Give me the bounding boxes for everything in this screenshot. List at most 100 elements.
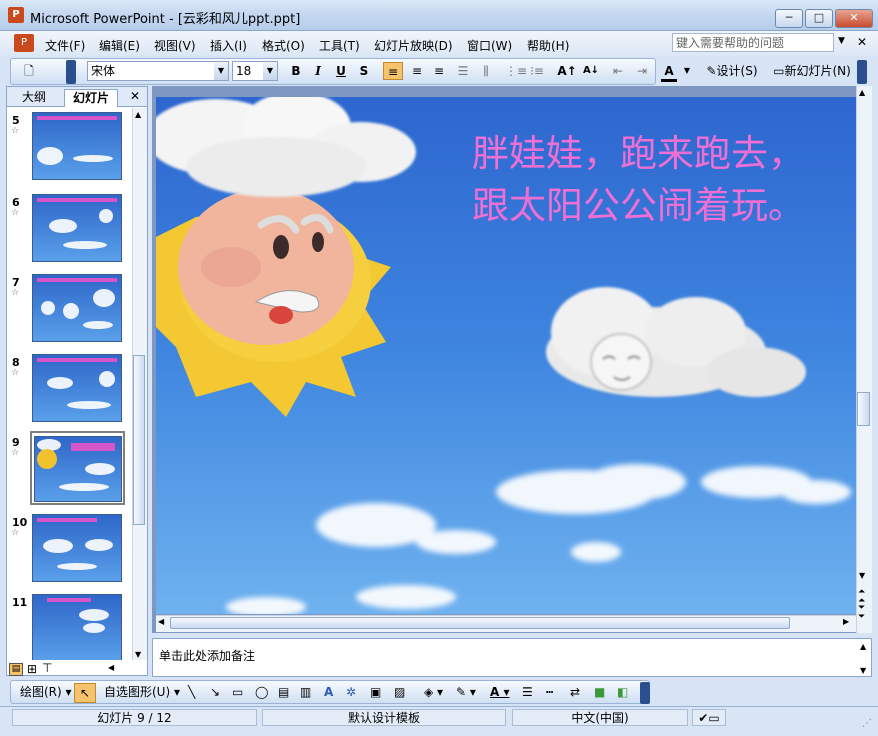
tab-slides[interactable]: 幻灯片 [64,89,119,107]
font-name-combo[interactable]: 宋体 ▼ [87,61,229,81]
line-icon[interactable]: ╲ [188,683,195,701]
menu-insert[interactable]: 插入(I) [210,37,247,54]
menu-edit[interactable]: 编辑(E) [99,37,140,54]
minimize-button[interactable]: ─ [775,9,803,28]
slide-thumbnail-6[interactable]: 6 ☆ [8,194,133,274]
menu-window[interactable]: 窗口(W) [467,37,512,54]
bullets-icon[interactable]: ⁝≡ [528,62,546,80]
help-dropdown-icon[interactable]: ▼ [838,36,845,46]
scroll-up-icon[interactable]: ▲ [859,88,865,97]
autoshapes-button[interactable]: 自选图形(U) ▾ [104,683,180,701]
drawbar-options-icon[interactable] [640,682,650,704]
maximize-button[interactable]: □ [805,9,833,28]
italic-button[interactable]: I [311,62,325,80]
line-style-icon[interactable]: ☰ [522,683,533,701]
font-size-combo[interactable]: 18 ▼ [232,61,278,81]
design-button[interactable]: ✎设计(S) [702,62,762,80]
justify-icon[interactable]: ☰ [454,62,472,80]
powerpoint-app-icon[interactable]: P [8,7,24,23]
slides-pane-scroll-thumb[interactable] [133,355,145,525]
resize-grip-icon[interactable]: ⋰ [862,718,872,729]
next-slide-icon[interactable]: ⏷ ⏷ [858,604,865,622]
notes-pane[interactable] [152,638,872,677]
status-design-template[interactable]: 默认设计模板 [262,709,506,726]
new-slide-button[interactable]: ▭新幻灯片(N) [768,62,856,80]
arrow-icon[interactable]: ↘ [210,683,220,701]
notes-placeholder[interactable]: 单击此处添加备注 [159,647,255,664]
draw-menu-button[interactable]: 绘图(R) ▾ [20,683,72,701]
notes-scroll-down-icon[interactable]: ▼ [860,666,866,675]
slide-thumbnail-8[interactable]: 8 ☆ [8,354,133,434]
slide-vertical-scrollbar[interactable] [856,86,872,633]
close-document-icon[interactable]: ✕ [857,35,867,49]
3d-style-icon[interactable]: ◧ [617,683,628,701]
slide-horizontal-scroll-thumb[interactable] [170,617,790,629]
dash-style-icon[interactable]: ┅ [546,683,553,701]
transition-star-icon: ☆ [11,126,20,136]
toolbar-options-icon[interactable] [66,60,76,84]
help-search-input[interactable]: 键入需要帮助的问题 [672,33,834,52]
scroll-down-icon[interactable]: ▼ [859,571,865,580]
underline-button[interactable]: U [334,62,348,80]
slide-thumbnail-11[interactable]: 11 [8,594,133,660]
decrease-indent-icon[interactable]: ⇤ [610,62,626,80]
wordart-icon[interactable]: A [324,683,333,701]
bold-button[interactable]: B [289,62,303,80]
slide-vertical-scroll-thumb[interactable] [857,392,870,426]
document-icon[interactable]: P [14,34,34,52]
font-color-dropdown-icon[interactable]: ▼ [682,62,692,80]
align-right-icon[interactable]: ≡ [430,62,448,80]
scroll-up-icon[interactable]: ▲ [135,110,141,119]
menu-file[interactable]: 文件(F) [45,37,85,54]
menu-tools[interactable]: 工具(T) [319,37,360,54]
new-document-icon[interactable]: 🗋 [20,62,38,80]
slide-thumbnail-10[interactable]: 10 ☆ [8,514,133,594]
tab-outline[interactable]: 大纲 [14,89,54,106]
spelling-check-icon[interactable]: ✔▭ [692,709,726,726]
line-color-icon[interactable]: ✎ ▾ [456,683,476,701]
shadow-button[interactable]: S [357,62,371,80]
decrease-font-button[interactable]: A↓ [581,62,601,80]
numbering-icon[interactable]: ⋮≡ [505,62,527,80]
scroll-right-icon[interactable]: ▶ [843,617,849,626]
increase-indent-icon[interactable]: ⇥ [634,62,650,80]
diagram-icon[interactable]: ✲ [346,683,356,701]
toolbar-overflow-icon[interactable] [857,60,867,84]
scroll-left-icon[interactable]: ◀ [108,663,114,672]
menu-view[interactable]: 视图(V) [154,37,196,54]
close-button[interactable]: ✕ [835,9,873,28]
chevron-down-icon[interactable]: ▼ [263,62,277,80]
textbox-icon[interactable]: ▤ [278,683,289,701]
scroll-left-icon[interactable]: ◀ [158,617,164,626]
pane-close-icon[interactable]: ✕ [130,89,140,103]
slide-thumbnail-7[interactable]: 7 ☆ [8,274,133,354]
status-language[interactable]: 中文(中国) [512,709,688,726]
select-arrow-icon[interactable]: ↖ [74,683,96,703]
picture-icon[interactable]: ▨ [394,683,405,701]
arrow-style-icon[interactable]: ⇄ [570,683,580,701]
fill-color-icon[interactable]: ◈ ▾ [424,683,443,701]
vertical-textbox-icon[interactable]: ▥ [300,683,311,701]
align-left-icon[interactable]: ≡ [383,62,403,80]
menu-help[interactable]: 帮助(H) [527,37,569,54]
menu-slideshow[interactable]: 幻灯片放映(D) [374,37,453,54]
slide-thumbnail-5[interactable]: 5 ☆ [8,112,133,192]
slide-preview [32,274,122,342]
chevron-down-icon[interactable]: ▼ [214,62,228,80]
distribute-icon[interactable]: ⫼ [477,62,495,80]
drawbar-font-color-icon[interactable]: A ▾ [490,683,510,701]
increase-font-button[interactable]: A↑ [557,62,577,80]
rectangle-icon[interactable]: ▭ [232,683,243,701]
scroll-down-icon[interactable]: ▼ [135,650,141,659]
align-center-icon[interactable]: ≡ [408,62,426,80]
normal-view-icon[interactable]: ▤ [9,663,23,676]
slide-sorter-view-icon[interactable]: ⊞ [27,662,37,676]
menu-format[interactable]: 格式(O) [262,37,305,54]
oval-icon[interactable]: ◯ [255,683,268,701]
notes-scroll-up-icon[interactable]: ▲ [860,642,866,651]
clipart-icon[interactable]: ▣ [370,683,381,701]
shadow-style-icon[interactable]: ■ [594,683,605,701]
font-color-button[interactable]: A [661,62,677,82]
slideshow-view-icon[interactable]: ⊤ [42,661,52,675]
slide-text-box[interactable]: 胖娃娃，跑来跑去， 跟太阳公公闹着玩。 [472,128,805,232]
